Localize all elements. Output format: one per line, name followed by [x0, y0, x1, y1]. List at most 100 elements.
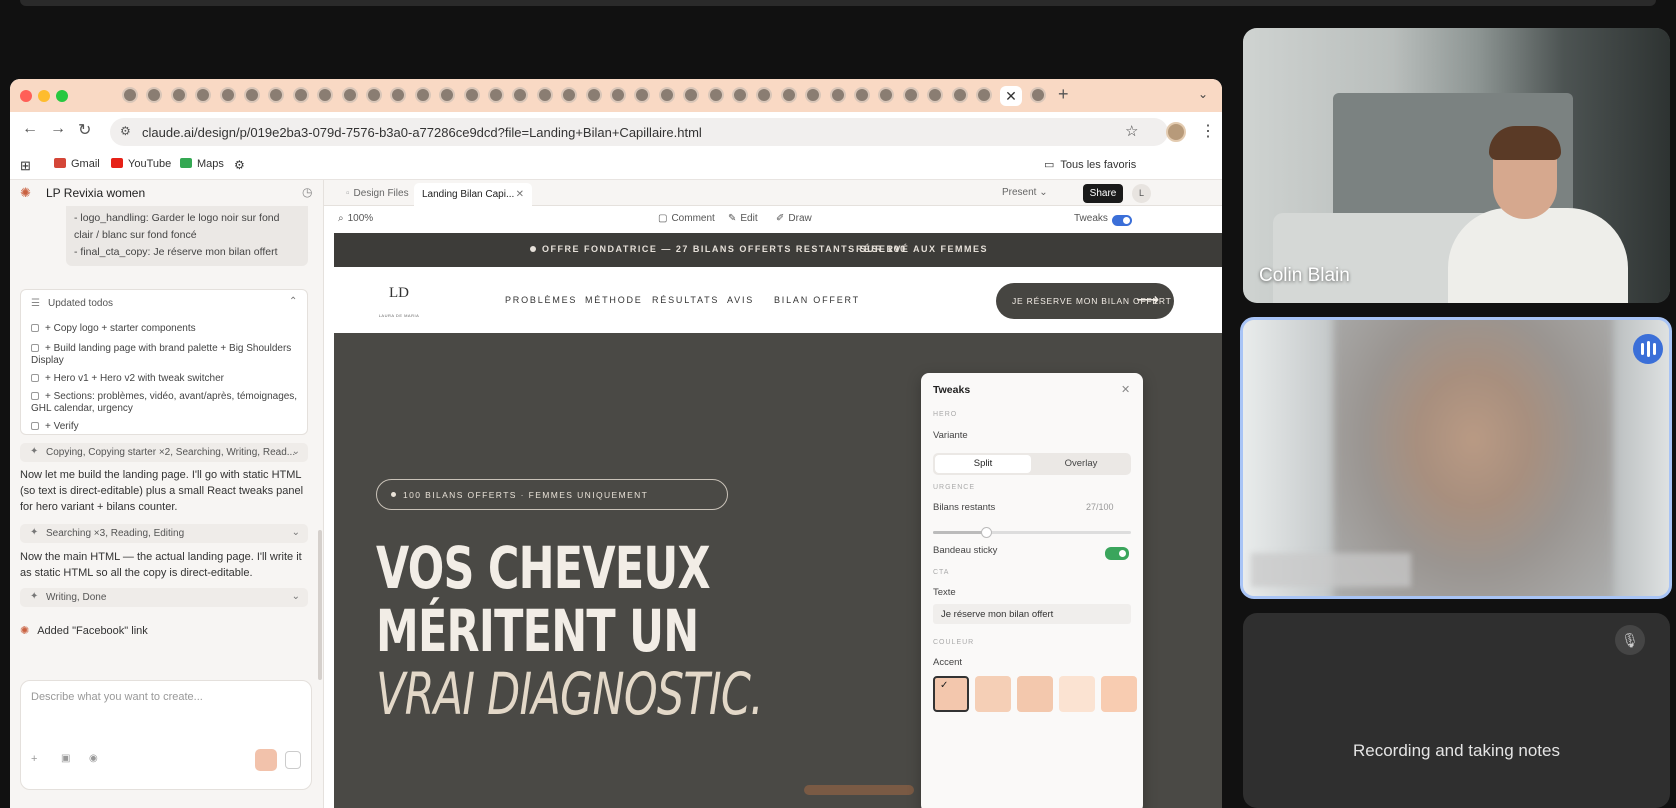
- bookmark-gmail[interactable]: Gmail: [54, 158, 100, 170]
- close-tab-icon[interactable]: ✕: [1000, 86, 1022, 106]
- browser-tab[interactable]: [854, 87, 870, 103]
- stop-icon[interactable]: [285, 751, 301, 769]
- accent-swatch[interactable]: [1059, 676, 1095, 712]
- tool-call-summary[interactable]: ✦ Searching ×3, Reading, Editing ⌄: [20, 524, 308, 543]
- nav-link-problemes[interactable]: PROBLÈMES: [505, 295, 577, 305]
- edit-tool[interactable]: ✎ Edit: [728, 213, 758, 224]
- browser-tab[interactable]: [512, 87, 528, 103]
- sticky-toggle[interactable]: [1105, 547, 1129, 560]
- voice-icon[interactable]: ◉: [89, 753, 98, 764]
- participant-tile-colin[interactable]: Colin Blain: [1243, 28, 1670, 303]
- nav-link-bilan-offert[interactable]: BILAN OFFERT: [774, 295, 860, 305]
- nav-link-methode[interactable]: MÉTHODE: [585, 295, 643, 305]
- browser-tab[interactable]: [952, 87, 968, 103]
- all-favorites[interactable]: ▭ Tous les favoris: [1044, 158, 1136, 171]
- bookmark-star-icon[interactable]: ☆: [1125, 122, 1138, 140]
- browser-tab[interactable]: [293, 87, 309, 103]
- zoom-control[interactable]: ⌕ 100%: [338, 213, 373, 224]
- nav-link-resultats[interactable]: RÉSULTATS: [652, 295, 719, 305]
- user-avatar[interactable]: L: [1132, 184, 1151, 203]
- prompt-box[interactable]: Describe what you want to create... + ▣ …: [20, 680, 312, 790]
- browser-tab[interactable]: [171, 87, 187, 103]
- claude-logo-icon[interactable]: ✺: [20, 185, 31, 201]
- back-arrow-icon[interactable]: ←: [22, 120, 38, 138]
- share-button[interactable]: Share: [1083, 184, 1123, 203]
- browser-tab[interactable]: [903, 87, 919, 103]
- new-tab-icon[interactable]: +: [1058, 84, 1069, 105]
- minimize-window-icon[interactable]: [38, 90, 50, 102]
- browser-tab[interactable]: [390, 87, 406, 103]
- browser-tab[interactable]: [537, 87, 553, 103]
- browser-tab[interactable]: [464, 87, 480, 103]
- browser-tab[interactable]: [317, 87, 333, 103]
- forward-arrow-icon[interactable]: →: [50, 120, 66, 138]
- close-icon[interactable]: ✕: [516, 189, 524, 200]
- browser-tab[interactable]: [830, 87, 846, 103]
- browser-tab[interactable]: [878, 87, 894, 103]
- site-settings-icon[interactable]: ⚙: [120, 124, 131, 138]
- tool-call-summary[interactable]: ✦ Copying, Copying starter ×2, Searching,…: [20, 443, 308, 462]
- chat-scrollbar[interactable]: [318, 530, 322, 680]
- tab-landing-bilan[interactable]: Landing Bilan Capi... ✕: [414, 183, 532, 206]
- bookmark-youtube[interactable]: YouTube: [111, 158, 171, 170]
- close-window-icon[interactable]: [20, 90, 32, 102]
- browser-tab[interactable]: [366, 87, 382, 103]
- browser-tab[interactable]: [415, 87, 431, 103]
- browser-tab[interactable]: [1030, 87, 1046, 103]
- browser-tab[interactable]: [439, 87, 455, 103]
- browser-tab[interactable]: [927, 87, 943, 103]
- browser-tab[interactable]: [488, 87, 504, 103]
- bookmark-maps[interactable]: Maps: [180, 158, 224, 170]
- checkbox-icon[interactable]: [31, 324, 39, 332]
- todo-header[interactable]: ☰ Updated todos: [31, 298, 113, 309]
- checkbox-icon[interactable]: [31, 344, 39, 352]
- slider-handle[interactable]: [981, 527, 992, 538]
- accent-swatch[interactable]: [1017, 676, 1053, 712]
- browser-tab[interactable]: [586, 87, 602, 103]
- variant-overlay-option[interactable]: Overlay: [1033, 455, 1129, 473]
- nav-link-avis[interactable]: AVIS: [727, 295, 754, 305]
- address-bar[interactable]: ⚙ claude.ai/design/p/019e2ba3-079d-7576-…: [110, 118, 1168, 146]
- cta-button[interactable]: JE RÉSERVE MON BILAN OFFERT ⟶: [996, 283, 1174, 319]
- brand-logo[interactable]: LD: [382, 285, 416, 315]
- browser-tab[interactable]: [732, 87, 748, 103]
- browser-tab[interactable]: [220, 87, 236, 103]
- participant-tile-blurred[interactable]: [1240, 317, 1672, 599]
- add-attachment-icon[interactable]: +: [31, 753, 37, 765]
- accent-swatch[interactable]: ✓: [933, 676, 969, 712]
- browser-tab[interactable]: [146, 87, 162, 103]
- browser-tab[interactable]: [244, 87, 260, 103]
- menu-kebab-icon[interactable]: ⋮: [1200, 121, 1216, 141]
- send-button[interactable]: [255, 749, 277, 771]
- browser-tab[interactable]: [976, 87, 992, 103]
- browser-tab[interactable]: [659, 87, 675, 103]
- image-icon[interactable]: ▣: [61, 753, 70, 764]
- apps-grid-icon[interactable]: ⊞: [20, 158, 31, 174]
- draw-tool[interactable]: ✐ Draw: [776, 213, 812, 224]
- browser-tab[interactable]: [195, 87, 211, 103]
- browser-tab[interactable]: [756, 87, 772, 103]
- profile-avatar[interactable]: [1166, 122, 1186, 142]
- present-button[interactable]: Present ⌄: [1002, 187, 1048, 198]
- tab-search-chevron-icon[interactable]: ⌄: [1198, 87, 1208, 101]
- browser-tab[interactable]: [805, 87, 821, 103]
- browser-tab[interactable]: [781, 87, 797, 103]
- tweaks-toggle[interactable]: [1112, 215, 1132, 226]
- maximize-window-icon[interactable]: [56, 90, 68, 102]
- reload-icon[interactable]: ↻: [78, 120, 91, 140]
- browser-tab[interactable]: [561, 87, 577, 103]
- browser-tab[interactable]: [268, 87, 284, 103]
- gear-icon[interactable]: ⚙: [234, 158, 245, 172]
- browser-tab[interactable]: [708, 87, 724, 103]
- history-icon[interactable]: ◷: [302, 185, 312, 199]
- checkbox-icon[interactable]: [31, 374, 39, 382]
- browser-tab[interactable]: [122, 87, 138, 103]
- browser-tab[interactable]: [683, 87, 699, 103]
- browser-tab[interactable]: [634, 87, 650, 103]
- checkbox-icon[interactable]: [31, 422, 39, 430]
- tool-call-summary[interactable]: ✦ Writing, Done ⌄: [20, 588, 308, 607]
- notes-tile[interactable]: 🎙 Recording and taking notes: [1243, 613, 1670, 808]
- chevron-up-icon[interactable]: ⌃: [289, 296, 297, 307]
- close-icon[interactable]: ✕: [1121, 383, 1130, 396]
- browser-tab[interactable]: [342, 87, 358, 103]
